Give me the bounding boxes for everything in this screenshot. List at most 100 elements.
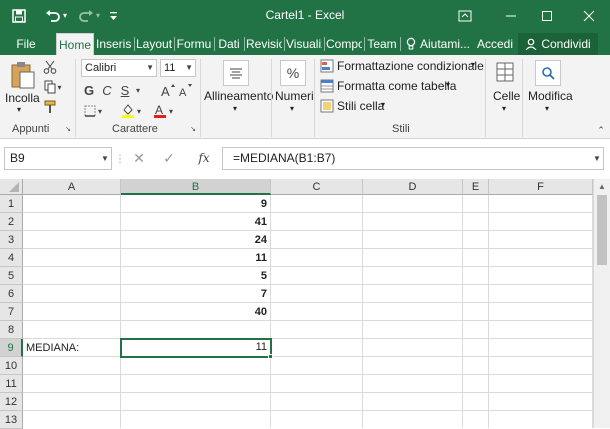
- cells-button[interactable]: Celle: [493, 89, 520, 103]
- row-header-3[interactable]: 3: [0, 231, 23, 249]
- bold-button[interactable]: G: [82, 82, 96, 98]
- row-header-12[interactable]: 12: [0, 393, 23, 411]
- borders-icon[interactable]: ▾: [82, 103, 104, 119]
- cell-b3[interactable]: 24: [121, 231, 271, 249]
- font-color-icon[interactable]: A ▾: [150, 102, 176, 120]
- row-header-11[interactable]: 11: [0, 375, 23, 393]
- cell-b9-selected[interactable]: 11: [120, 338, 272, 358]
- alignment-button[interactable]: Allineamento: [204, 89, 273, 103]
- name-box[interactable]: B9: [4, 147, 112, 170]
- column-header-e[interactable]: E: [463, 179, 489, 195]
- percent-icon[interactable]: %: [280, 60, 306, 86]
- cells-dropdown-icon[interactable]: ▾: [502, 104, 506, 113]
- increase-font-icon[interactable]: A: [160, 81, 176, 99]
- column-header-f[interactable]: F: [489, 179, 593, 195]
- tab-team[interactable]: Team: [366, 33, 398, 55]
- paste-label[interactable]: Incolla: [5, 91, 40, 105]
- format-as-table-icon: [320, 79, 334, 93]
- formula-bar: B9 ▼ ⋮ ✕ ✓ fx =MEDIANA(B1:B7) ▼: [0, 139, 610, 179]
- chevron-down-icon: ▼: [146, 63, 154, 72]
- cell-b4[interactable]: 11: [121, 249, 271, 267]
- clipboard-launcher-icon[interactable]: ↘: [64, 125, 72, 133]
- cell-b7[interactable]: 40: [121, 303, 271, 321]
- vertical-scrollbar[interactable]: ▲: [593, 179, 610, 428]
- alignment-dropdown-icon[interactable]: ▾: [233, 104, 237, 113]
- row-header-6[interactable]: 6: [0, 285, 23, 303]
- row-header-8[interactable]: 8: [0, 321, 23, 339]
- column-header-a[interactable]: A: [23, 179, 121, 195]
- number-button[interactable]: Numeri: [275, 89, 314, 103]
- tab-formulas[interactable]: Formu: [176, 33, 212, 55]
- formula-bar-grip: ⋮: [115, 153, 125, 165]
- sign-in-link[interactable]: Accedi: [474, 33, 516, 55]
- tab-view[interactable]: Visualiz: [286, 33, 322, 55]
- scrollbar-thumb[interactable]: [597, 195, 607, 265]
- tab-review[interactable]: Revisio: [246, 33, 282, 55]
- enter-check-icon[interactable]: ✓: [161, 150, 177, 166]
- tab-addins[interactable]: Compo: [326, 33, 362, 55]
- scroll-up-icon[interactable]: ▲: [597, 181, 607, 191]
- collapse-ribbon-icon[interactable]: ⌃: [596, 125, 606, 135]
- paste-dropdown-icon[interactable]: ▾: [17, 105, 21, 114]
- font-name-select[interactable]: Calibri ▼: [81, 59, 157, 77]
- tab-insert[interactable]: Inserisc: [96, 33, 132, 55]
- fill-color-icon[interactable]: ▾: [118, 102, 144, 120]
- cell-a9[interactable]: MEDIANA:: [23, 339, 121, 357]
- underline-dropdown-icon[interactable]: ▾: [134, 82, 142, 98]
- paste-icon[interactable]: [8, 60, 38, 90]
- underline-button[interactable]: S: [118, 82, 132, 98]
- cell-b5[interactable]: 5: [121, 267, 271, 285]
- name-box-dropdown-icon[interactable]: ▼: [100, 153, 110, 163]
- column-header-d[interactable]: D: [363, 179, 463, 195]
- copy-icon[interactable]: ▾: [42, 79, 64, 95]
- tab-data[interactable]: Dati: [216, 33, 242, 55]
- number-dropdown-icon[interactable]: ▾: [290, 104, 294, 113]
- cell-b6[interactable]: 7: [121, 285, 271, 303]
- insert-function-icon[interactable]: fx: [194, 150, 214, 166]
- decrease-font-icon[interactable]: A: [178, 81, 194, 99]
- cell-styles-button[interactable]: Stili cella: [337, 99, 384, 113]
- row-header-9[interactable]: 9: [0, 339, 23, 357]
- row-header-1[interactable]: 1: [0, 195, 23, 213]
- format-painter-icon[interactable]: [42, 99, 58, 115]
- row-header-7[interactable]: 7: [0, 303, 23, 321]
- chevron-down-icon: ▾: [381, 100, 386, 109]
- row-header-13[interactable]: 13: [0, 411, 23, 429]
- select-all-button[interactable]: [0, 179, 23, 195]
- share-button[interactable]: Condividi: [518, 33, 598, 55]
- title-bar: ▾ ▾ Cartel1 - Excel: [0, 0, 610, 31]
- editing-button[interactable]: Modifica: [528, 89, 573, 103]
- formula-input[interactable]: =MEDIANA(B1:B7): [222, 147, 604, 170]
- cells-icon[interactable]: [494, 60, 516, 84]
- row-header-5[interactable]: 5: [0, 267, 23, 285]
- tab-home[interactable]: Home: [56, 33, 94, 55]
- font-size-select[interactable]: 11 ▼: [160, 59, 196, 77]
- italic-button[interactable]: C: [100, 82, 114, 98]
- maximize-icon[interactable]: [529, 0, 565, 31]
- close-icon[interactable]: [571, 0, 607, 31]
- alignment-icon[interactable]: [223, 60, 249, 86]
- worksheet-grid[interactable]: A B C D E F 1 2 3 4 5 6 7 8 9 10 11 12 1…: [0, 179, 610, 429]
- minimize-icon[interactable]: [493, 0, 529, 31]
- tab-file[interactable]: File: [10, 33, 42, 55]
- format-as-table-button[interactable]: Formatta come tabella: [337, 79, 456, 93]
- cell-b2[interactable]: 41: [121, 213, 271, 231]
- row-header-4[interactable]: 4: [0, 249, 23, 267]
- font-launcher-icon[interactable]: ↘: [189, 125, 197, 133]
- column-header-c[interactable]: C: [271, 179, 363, 195]
- fill-handle[interactable]: [268, 354, 273, 359]
- cancel-icon[interactable]: ✕: [131, 150, 147, 166]
- column-header-b[interactable]: B: [121, 179, 271, 195]
- font-size-value: 11: [164, 62, 176, 74]
- row-header-2[interactable]: 2: [0, 213, 23, 231]
- tell-me-search[interactable]: Aiutami...: [406, 33, 472, 55]
- cut-icon[interactable]: [42, 59, 58, 75]
- tab-layout[interactable]: Layout: [136, 33, 172, 55]
- editing-dropdown-icon[interactable]: ▾: [545, 104, 549, 113]
- row-header-10[interactable]: 10: [0, 357, 23, 375]
- find-icon[interactable]: [535, 60, 561, 86]
- expand-formula-bar-icon[interactable]: ▼: [592, 153, 602, 163]
- conditional-formatting-button[interactable]: Formattazione condizionale: [337, 59, 484, 73]
- ribbon-display-options-icon[interactable]: [447, 0, 483, 31]
- cell-b1[interactable]: 9: [121, 195, 271, 213]
